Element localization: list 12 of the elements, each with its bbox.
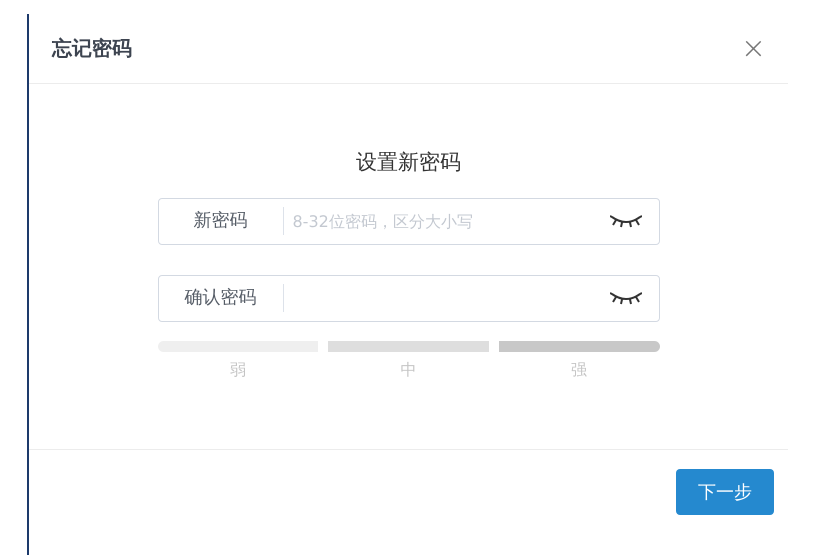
next-button[interactable]: 下一步 (676, 469, 774, 515)
close-button[interactable]: × (734, 34, 772, 64)
section-heading: 设置新密码 (356, 149, 461, 176)
strength-label: 弱 (230, 360, 246, 381)
dialog-title: 忘记密码 (52, 35, 132, 62)
field-label: 新密码 (158, 207, 284, 235)
closed-eye-icon[interactable] (610, 213, 642, 229)
field-label: 确认密码 (158, 284, 284, 312)
closed-eye-icon[interactable] (610, 290, 642, 306)
strength-label: 中 (400, 360, 416, 381)
strength-label: 强 (571, 360, 588, 381)
password-field[interactable] (158, 275, 660, 322)
